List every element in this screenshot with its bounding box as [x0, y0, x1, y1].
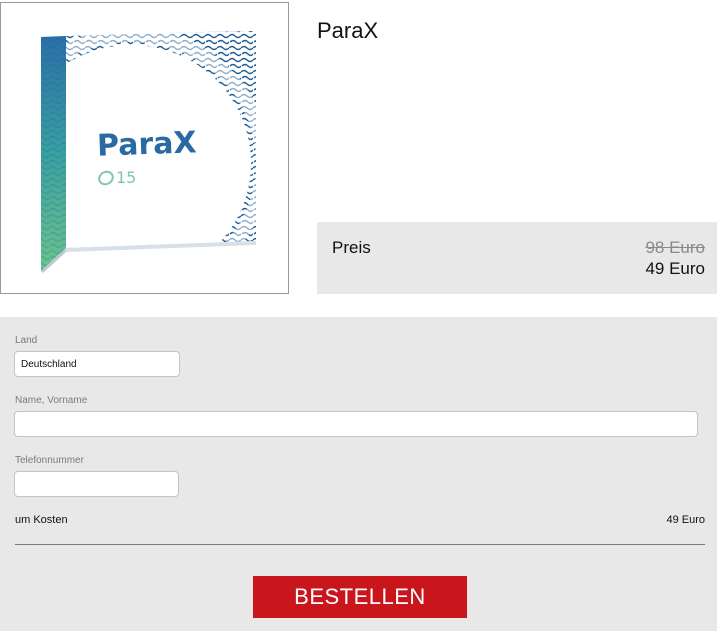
- product-image: ParaX 15: [0, 2, 289, 294]
- phone-label: Telefonnummer: [15, 455, 84, 466]
- order-form: Land Name, Vorname Telefonnummer um Kost…: [0, 317, 717, 631]
- country-label: Land: [15, 335, 38, 346]
- total-label: um Kosten: [15, 514, 68, 526]
- name-input[interactable]: [14, 411, 698, 437]
- box-count-text: 15: [116, 168, 137, 187]
- order-button[interactable]: BESTELLEN: [253, 576, 467, 618]
- product-title: ParaX: [317, 18, 379, 43]
- price-label: Preis: [332, 238, 371, 257]
- old-price: 98 Euro: [645, 238, 705, 257]
- total-value: 49 Euro: [666, 514, 705, 526]
- new-price: 49 Euro: [645, 259, 705, 278]
- phone-input[interactable]: [14, 471, 179, 497]
- country-select[interactable]: [14, 351, 180, 377]
- box-brand-text: ParaX: [96, 125, 198, 164]
- price-box: Preis 98 Euro 49 Euro: [317, 222, 717, 294]
- name-label: Name, Vorname: [15, 395, 88, 406]
- divider: [15, 544, 705, 545]
